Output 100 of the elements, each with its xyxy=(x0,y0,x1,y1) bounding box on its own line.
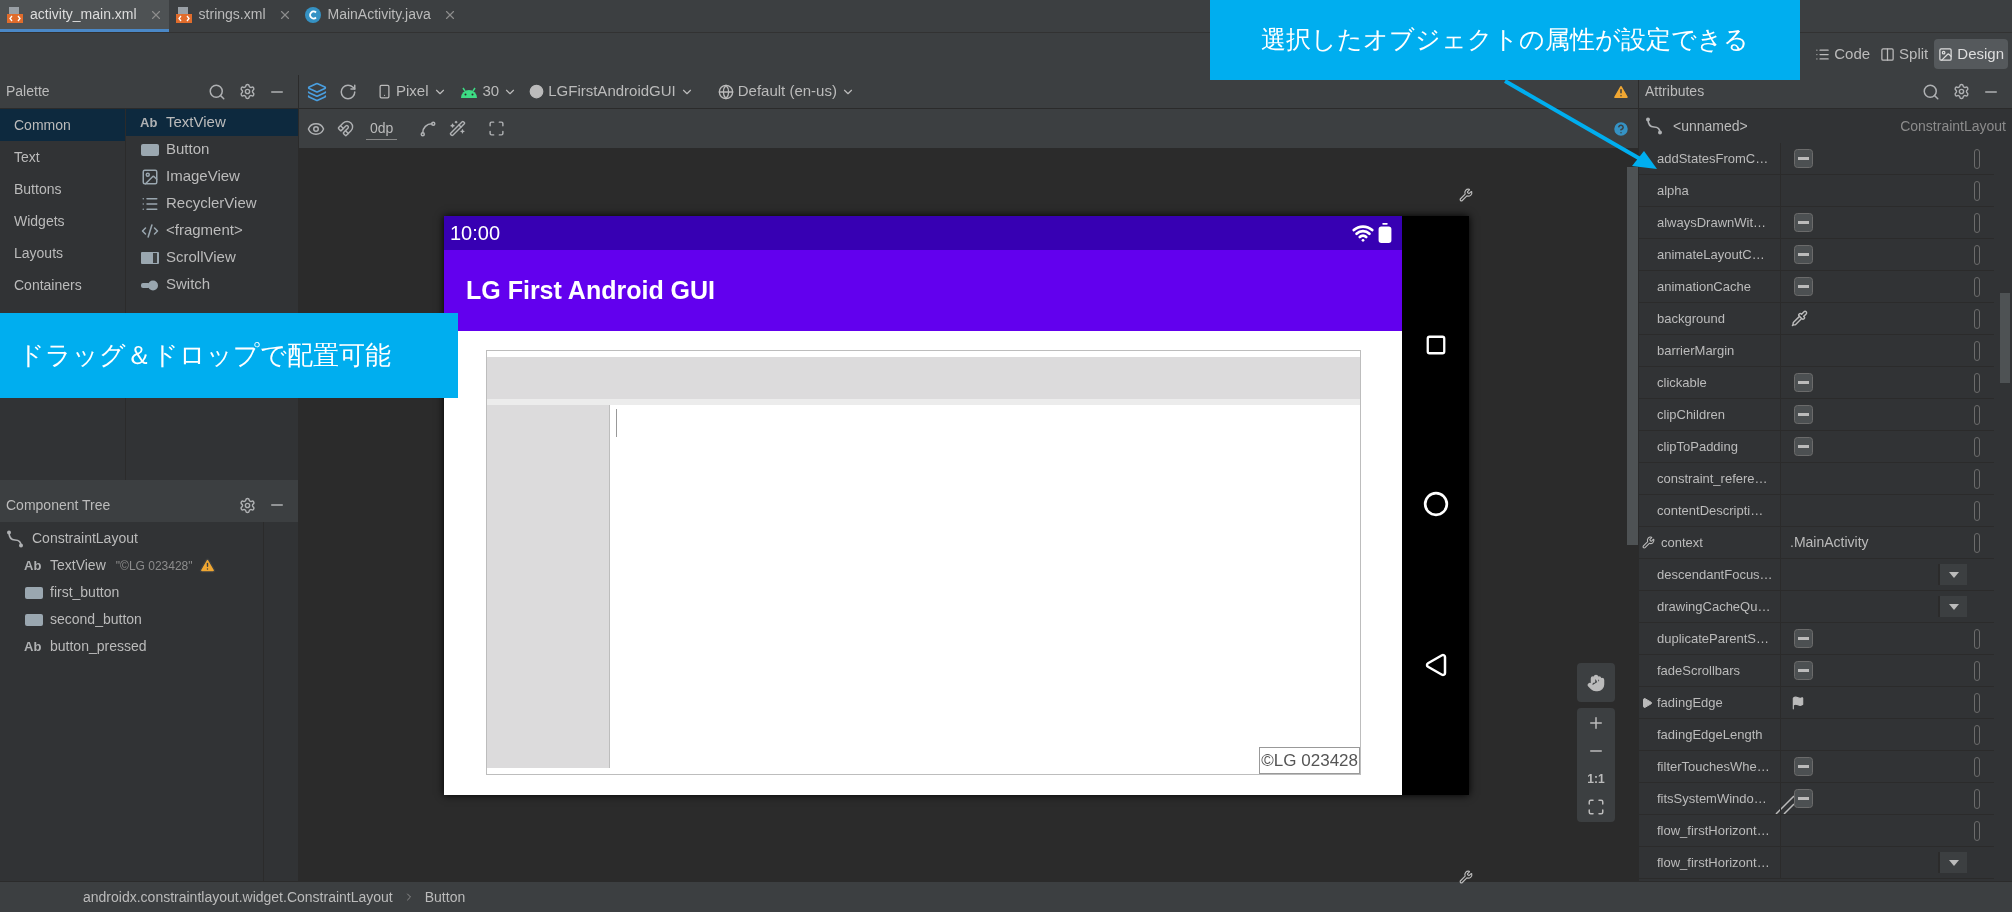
resize-handle-icon[interactable] xyxy=(1774,794,1796,816)
palette-item[interactable]: Ab TextView xyxy=(126,109,298,136)
attribute-row[interactable]: constraint_refere… xyxy=(1639,463,1994,495)
attribute-name: clickable xyxy=(1657,373,1707,392)
magnet-icon[interactable] xyxy=(337,120,354,137)
checkbox[interactable] xyxy=(1794,661,1813,680)
zoom-in-icon[interactable] xyxy=(1587,714,1605,732)
attribute-row[interactable]: filterTouchesWhe… xyxy=(1639,751,1994,783)
palette-item[interactable]: Button xyxy=(126,136,298,163)
checkbox[interactable] xyxy=(1794,213,1813,232)
attribute-row[interactable]: clipToPadding xyxy=(1639,431,1994,463)
palette-item[interactable]: RecyclerView xyxy=(126,190,298,217)
dropdown-button[interactable] xyxy=(1938,564,1967,585)
view-mode-button[interactable]: Code xyxy=(1811,39,1875,69)
attribute-row[interactable]: clickable xyxy=(1639,367,1994,399)
checkbox[interactable] xyxy=(1794,757,1813,776)
attribute-row[interactable]: fadingEdge xyxy=(1639,687,1994,719)
attribute-row[interactable]: fadeScrollbars xyxy=(1639,655,1994,687)
editor-tab[interactable]: activity_main.xml xyxy=(0,0,169,32)
attribute-row[interactable]: fitsSystemWindo… xyxy=(1639,783,1994,815)
attribute-row[interactable]: alwaysDrawnWit… xyxy=(1639,207,1994,239)
attribute-row[interactable]: alpha xyxy=(1639,175,1994,207)
palette-item[interactable]: ScrollView xyxy=(126,244,298,271)
clear-constraints-icon[interactable] xyxy=(419,119,438,138)
rotate-icon[interactable] xyxy=(339,82,357,101)
dropdown-button[interactable] xyxy=(1938,852,1967,873)
recents-icon[interactable] xyxy=(1424,333,1447,356)
eyedropper-icon[interactable] xyxy=(1791,310,1808,327)
panel-title: Palette xyxy=(6,82,51,101)
palette-item[interactable]: Switch xyxy=(126,271,298,298)
xml-file-icon xyxy=(6,5,24,24)
attribute-row[interactable]: flow_firstHorizont… xyxy=(1639,847,1994,879)
scrollbar[interactable] xyxy=(2000,293,2010,383)
breadcrumb[interactable]: Button xyxy=(424,886,466,908)
expand-icon[interactable] xyxy=(1641,696,1653,709)
palette-category[interactable]: Layouts xyxy=(0,237,125,269)
checkbox[interactable] xyxy=(1794,437,1813,456)
magic-wand-icon[interactable] xyxy=(449,120,467,137)
palette-category[interactable]: Text xyxy=(0,141,125,173)
layers-icon[interactable] xyxy=(307,81,327,102)
tree-item[interactable]: ConstraintLayout xyxy=(0,528,263,549)
attribute-row[interactable]: animateLayoutC… xyxy=(1639,239,1994,271)
palette-item[interactable]: <fragment> xyxy=(126,217,298,244)
checkbox[interactable] xyxy=(1794,277,1813,296)
view-mode-button[interactable]: Split xyxy=(1876,39,1933,69)
attribute-row[interactable]: drawingCacheQu… xyxy=(1639,591,1994,623)
callout: 選択したオブジェクトの属性が設定できる xyxy=(1210,0,1800,80)
tree-item[interactable]: Ab button_pressed xyxy=(0,636,263,657)
tree-item[interactable]: Ab TextView "©LG 023428" xyxy=(0,555,263,576)
editor-tab[interactable]: MainActivity.java xyxy=(297,0,463,32)
attribute-row[interactable]: duplicateParentS… xyxy=(1639,623,1994,655)
attribute-name: alpha xyxy=(1657,181,1689,200)
text-cursor xyxy=(616,409,617,437)
breadcrumb[interactable]: androidx.constraintlayout.widget.ConstraintLayout xyxy=(83,886,393,908)
attribute-name: fadingEdgeLength xyxy=(1657,725,1763,744)
fit-screen-icon[interactable] xyxy=(1587,798,1605,816)
margin-field[interactable]: 0dp xyxy=(366,117,398,140)
split-icon xyxy=(1880,46,1896,62)
attribute-row[interactable]: flow_firstHorizont… xyxy=(1639,815,1994,847)
checkbox[interactable] xyxy=(1794,373,1813,392)
view-mode-button[interactable]: Design xyxy=(1934,39,2008,69)
widget-icon xyxy=(24,585,44,600)
device-dropdown[interactable]: Pixel xyxy=(377,80,447,103)
back-icon[interactable] xyxy=(1423,653,1448,678)
theme-dropdown[interactable]: LGFirstAndroidGUI xyxy=(529,80,694,103)
pan-button[interactable] xyxy=(1577,663,1615,702)
flag-icon[interactable] xyxy=(1791,695,1805,710)
help-icon[interactable] xyxy=(1612,119,1630,138)
api-dropdown[interactable]: 30 xyxy=(458,80,518,103)
dropdown-button[interactable] xyxy=(1938,596,1967,617)
tree-item[interactable]: second_button xyxy=(0,609,263,630)
tab-label: activity_main.xml xyxy=(30,5,137,24)
locale-dropdown[interactable]: Default (en-us) xyxy=(717,80,855,103)
palette-category[interactable]: Buttons xyxy=(0,173,125,205)
attribute-row[interactable]: descendantFocus… xyxy=(1639,559,1994,591)
palette-category[interactable]: Containers xyxy=(0,269,125,301)
attribute-row[interactable]: fadingEdgeLength xyxy=(1639,719,1994,751)
scrollbar[interactable] xyxy=(1627,167,1638,545)
attribute-row[interactable]: barrierMargin xyxy=(1639,335,1994,367)
editor-tab[interactable]: strings.xml xyxy=(168,0,298,32)
checkbox[interactable] xyxy=(1794,149,1813,168)
attribute-value[interactable]: .MainActivity xyxy=(1790,532,1869,553)
attribute-row[interactable]: context .MainActivity xyxy=(1639,527,1994,559)
attribute-row[interactable]: animationCache xyxy=(1639,271,1994,303)
checkbox[interactable] xyxy=(1794,405,1813,424)
tree-item-detail: "©LG 023428" xyxy=(115,557,193,575)
tree-item[interactable]: first_button xyxy=(0,582,263,603)
checkbox[interactable] xyxy=(1794,629,1813,648)
xml-file-icon xyxy=(174,5,193,24)
palette-category[interactable]: Widgets xyxy=(0,205,125,237)
attribute-row[interactable]: clipChildren xyxy=(1639,399,1994,431)
palette-category[interactable]: Common xyxy=(0,109,125,141)
attribute-row[interactable]: background xyxy=(1639,303,1994,335)
checkbox[interactable] xyxy=(1794,789,1813,808)
palette-item[interactable]: ImageView xyxy=(126,163,298,190)
checkbox[interactable] xyxy=(1794,245,1813,264)
actual-size-button[interactable]: 1:1 xyxy=(1587,770,1605,788)
home-icon[interactable] xyxy=(1422,491,1449,518)
attribute-row[interactable]: contentDescripti… xyxy=(1639,495,1994,527)
tab-label: strings.xml xyxy=(198,5,266,24)
